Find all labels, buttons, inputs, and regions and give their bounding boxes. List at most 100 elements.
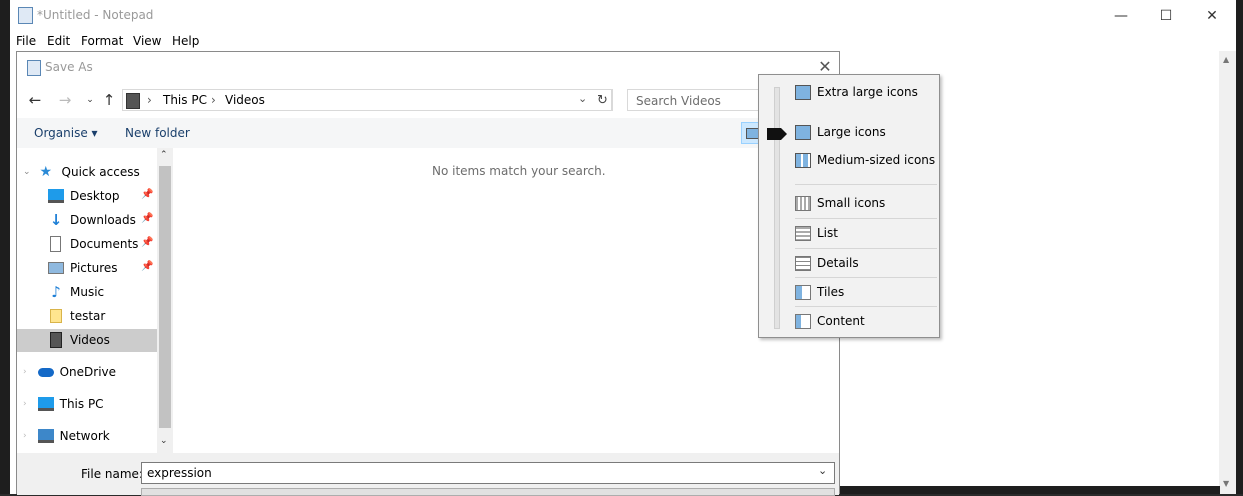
navigation-pane: ⌄ ★ Quick access Desktop 📌 ↓ Downloads 📌… [17,148,157,453]
nav-label: OneDrive [59,365,117,379]
nav-quick-access[interactable]: ⌄ ★ Quick access [23,161,140,183]
new-folder-button[interactable]: New folder [125,126,190,140]
file-list[interactable] [174,148,839,453]
save-as-dialog: Save As ✕ ← → ⌄ ↑ › This PC › Videos ⌄ ↻… [16,51,840,496]
minimize-button[interactable]: — [1098,0,1144,31]
nav-network[interactable]: › Network [23,425,110,447]
view-option-tiles[interactable]: Tiles [795,280,938,304]
file-name-input[interactable]: expression ⌄ [141,462,835,484]
nav-label: Pictures [70,261,118,275]
recent-locations-chevron-icon[interactable]: ⌄ [80,90,100,110]
nav-label: Videos [70,333,110,347]
notepad-menubar: File Edit Format View Help [10,31,1243,51]
view-option-label: List [817,226,838,240]
nav-label: Downloads [70,213,136,227]
expand-chevron-icon[interactable]: › [23,431,27,441]
view-size-slider[interactable] [774,87,780,329]
view-option-label: Medium-sized icons [817,153,936,167]
taskbar-edge [840,486,1220,494]
desktop-edge-left [0,0,10,494]
dialog-title: Save As [45,60,93,74]
view-option-details[interactable]: Details [795,251,938,275]
view-option-label: Small icons [817,196,886,210]
slider-thumb-icon[interactable] [767,128,787,140]
search-input[interactable]: Search Videos [627,89,777,111]
scroll-down-icon[interactable]: ▼ [1223,479,1229,488]
folder-icon [50,309,62,323]
nav-label: Music [70,285,105,299]
menu-help[interactable]: Help [172,34,199,48]
view-option-content[interactable]: Content [795,309,938,333]
nav-label: Network [59,429,110,443]
view-option-small-icons[interactable]: Small icons [795,191,938,215]
address-bar[interactable]: › This PC › Videos ⌄ [122,89,612,111]
nav-item-videos[interactable]: Videos [48,329,110,351]
pin-icon: 📌 [141,189,154,200]
menu-view[interactable]: View [133,34,161,48]
menu-edit[interactable]: Edit [47,34,70,48]
view-option-medium-icons[interactable]: Medium-sized icons [795,148,938,172]
nav-item-downloads[interactable]: ↓ Downloads [48,209,136,231]
small-icons-icon [795,195,811,211]
notepad-title: *Untitled - Notepad [37,8,154,22]
expand-chevron-icon[interactable]: ⌄ [23,167,31,177]
organise-button[interactable]: Organise ▾ [34,126,98,140]
pin-icon: 📌 [141,261,154,272]
file-name-value: expression [147,466,212,480]
menu-separator [795,248,937,249]
downloads-icon: ↓ [49,211,63,229]
nav-item-testar[interactable]: testar [48,305,105,327]
nav-scroll-thumb[interactable] [159,166,171,428]
nav-label: Documents [70,237,139,251]
save-as-type-select[interactable] [141,488,835,496]
nav-item-music[interactable]: ♪ Music [48,281,104,303]
scroll-down-icon[interactable]: ⌄ [160,436,168,446]
videos-location-icon [126,93,140,109]
view-option-list[interactable]: List [795,221,938,245]
notepad-titlebar: *Untitled - Notepad — ☐ ✕ [10,0,1243,31]
nav-this-pc[interactable]: › This PC [23,393,104,415]
notepad-vertical-scrollbar[interactable]: ▲ ▼ [1219,51,1236,494]
forward-arrow-icon[interactable]: → [55,90,75,110]
menu-separator [795,184,937,185]
address-dropdown-chevron-icon[interactable]: ⌄ [578,92,587,105]
onedrive-cloud-icon [37,367,54,377]
music-icon: ♪ [51,283,61,301]
menu-separator [795,277,937,278]
videos-icon [50,332,62,348]
expand-chevron-icon[interactable]: › [23,367,27,377]
refresh-icon[interactable]: ↻ [593,89,613,111]
nav-item-documents[interactable]: Documents [48,233,138,255]
desktop-icon [48,189,64,203]
menu-file[interactable]: File [16,34,36,48]
breadcrumb-videos[interactable]: Videos [225,93,265,107]
nav-label: testar [70,309,106,323]
view-option-label: Content [817,314,865,328]
menu-format[interactable]: Format [81,34,123,48]
details-icon [795,255,811,271]
scroll-up-icon[interactable]: ▲ [1223,55,1229,64]
star-icon: ★ [39,164,53,180]
network-icon [37,429,54,443]
view-option-extra-large-icons[interactable]: Extra large icons [795,80,938,104]
file-name-dropdown-chevron-icon[interactable]: ⌄ [818,464,827,477]
breadcrumb-this-pc[interactable]: This PC [163,93,207,107]
nav-onedrive[interactable]: › OneDrive [23,361,116,383]
nav-label: Quick access [61,165,140,179]
extra-large-icons-icon [795,84,811,100]
content-icon [795,313,811,329]
scroll-up-icon[interactable]: ⌃ [160,150,168,160]
file-name-label: File name: [81,467,143,481]
nav-item-pictures[interactable]: Pictures [48,257,118,279]
nav-item-desktop[interactable]: Desktop [48,185,120,207]
view-option-large-icons[interactable]: Large icons [795,120,938,144]
back-arrow-icon[interactable]: ← [25,90,45,110]
maximize-button[interactable]: ☐ [1143,0,1189,31]
up-arrow-icon[interactable]: ↑ [99,90,119,110]
notepad-icon [18,7,33,24]
expand-chevron-icon[interactable]: › [23,399,27,409]
view-option-label: Details [817,256,859,270]
pictures-icon [48,262,64,274]
medium-icons-icon [795,152,811,168]
close-button[interactable]: ✕ [1189,0,1235,31]
